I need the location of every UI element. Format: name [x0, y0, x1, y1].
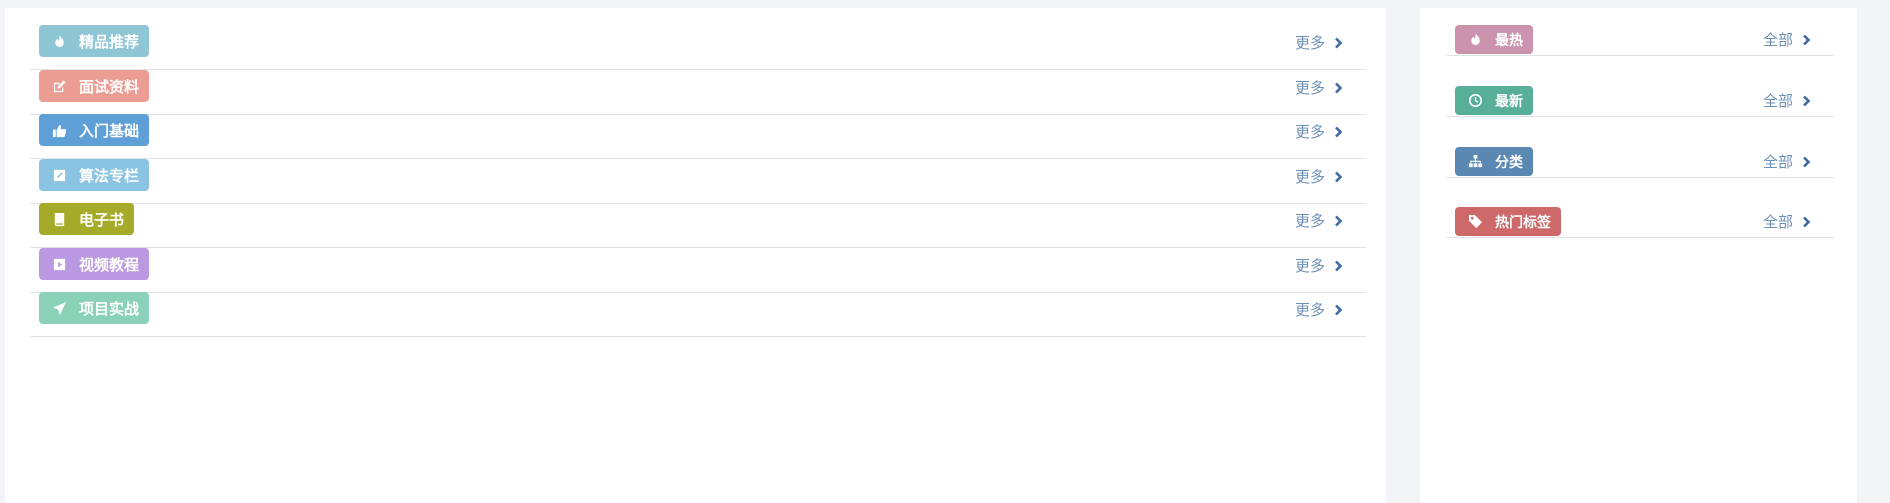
more-link-featured[interactable]: 更多: [1295, 32, 1343, 53]
chevron-right-icon: [1334, 37, 1343, 49]
all-label: 全部: [1762, 153, 1793, 171]
more-link-interview[interactable]: 更多: [1295, 77, 1343, 98]
sidebar-row-categories: 分类 全部: [1447, 147, 1834, 178]
more-label: 更多: [1294, 301, 1325, 319]
chevron-right-icon: [1334, 304, 1343, 316]
section-label: 项目实战: [79, 299, 140, 318]
chevron-right-icon: [1802, 34, 1811, 46]
section-row-ebooks: 电子书 更多: [30, 203, 1366, 248]
section-badge-basics[interactable]: 入门基础: [39, 114, 150, 146]
chevron-right-icon: [1802, 95, 1811, 107]
chevron-right-icon: [1334, 82, 1343, 94]
chevron-right-icon: [1334, 215, 1343, 227]
section-label: 最热: [1495, 32, 1523, 49]
sitemap-icon: [1467, 154, 1483, 170]
more-label: 更多: [1294, 212, 1325, 230]
fire-icon: [1467, 32, 1483, 48]
sidebar-badge-categories[interactable]: 分类: [1455, 147, 1533, 176]
section-badge-algorithms[interactable]: 算法专栏: [39, 159, 150, 191]
tag-icon: [1467, 214, 1483, 230]
more-link-basics[interactable]: 更多: [1295, 121, 1343, 142]
sidebar-badge-newest[interactable]: 最新: [1455, 86, 1533, 115]
more-link-algorithms[interactable]: 更多: [1295, 166, 1343, 187]
chevron-right-icon: [1334, 171, 1343, 183]
all-link-hot-tags[interactable]: 全部: [1763, 211, 1811, 232]
all-link-hottest[interactable]: 全部: [1763, 29, 1811, 50]
more-label: 更多: [1294, 79, 1325, 97]
edit-icon: [51, 78, 67, 94]
thumbs-up-icon: [51, 122, 67, 138]
section-label: 分类: [1495, 154, 1523, 171]
sidebar-row-newest: 最新 全部: [1447, 86, 1834, 117]
book-icon: [51, 211, 67, 227]
chevron-right-icon: [1334, 260, 1343, 272]
sidebar-badge-hot-tags[interactable]: 热门标签: [1455, 207, 1561, 236]
section-label: 电子书: [79, 210, 125, 229]
all-label: 全部: [1762, 31, 1793, 49]
section-badge-interview[interactable]: 面试资料: [39, 70, 150, 102]
section-label: 入门基础: [79, 121, 140, 140]
sidebar-panel: 最热 全部 最新 全部 分类 全部 热门标签 全部: [1420, 8, 1857, 503]
fire-icon: [51, 33, 67, 49]
section-row-basics: 入门基础 更多: [30, 114, 1366, 159]
pencil-square-icon: [51, 167, 67, 183]
section-badge-videos[interactable]: 视频教程: [39, 248, 150, 280]
paper-plane-icon: [51, 300, 67, 316]
play-square-icon: [51, 256, 67, 272]
section-row-featured: 精品推荐 更多: [30, 25, 1366, 70]
section-label: 视频教程: [79, 255, 140, 274]
chevron-right-icon: [1802, 216, 1811, 228]
all-label: 全部: [1762, 213, 1793, 231]
more-link-ebooks[interactable]: 更多: [1295, 210, 1343, 231]
section-label: 精品推荐: [79, 32, 140, 51]
section-label: 面试资料: [79, 77, 140, 96]
chevron-right-icon: [1334, 126, 1343, 138]
all-label: 全部: [1762, 92, 1793, 110]
more-label: 更多: [1294, 123, 1325, 141]
more-link-videos[interactable]: 更多: [1295, 255, 1343, 276]
section-badge-projects[interactable]: 项目实战: [39, 292, 150, 324]
section-label: 最新: [1495, 93, 1523, 110]
more-link-projects[interactable]: 更多: [1295, 299, 1343, 320]
sidebar-row-hottest: 最热 全部: [1447, 25, 1834, 56]
more-label: 更多: [1294, 168, 1325, 186]
all-link-categories[interactable]: 全部: [1763, 151, 1811, 172]
section-row-projects: 项目实战 更多: [30, 292, 1366, 337]
section-row-videos: 视频教程 更多: [30, 248, 1366, 293]
clock-icon: [1467, 93, 1483, 109]
section-badge-featured[interactable]: 精品推荐: [39, 25, 150, 57]
section-badge-ebooks[interactable]: 电子书: [39, 203, 135, 235]
section-row-algorithms: 算法专栏 更多: [30, 159, 1366, 204]
section-label: 热门标签: [1495, 214, 1551, 231]
more-label: 更多: [1294, 257, 1325, 275]
chevron-right-icon: [1802, 156, 1811, 168]
section-label: 算法专栏: [79, 166, 140, 185]
section-row-interview: 面试资料 更多: [30, 70, 1366, 115]
main-panel: 精品推荐 更多 面试资料 更多 入门基础 更多 算法专栏 更多 电子书 更多 视…: [5, 8, 1386, 503]
all-link-newest[interactable]: 全部: [1763, 90, 1811, 111]
sidebar-badge-hottest[interactable]: 最热: [1455, 25, 1533, 54]
sidebar-row-hot-tags: 热门标签 全部: [1447, 207, 1834, 238]
more-label: 更多: [1294, 34, 1325, 52]
